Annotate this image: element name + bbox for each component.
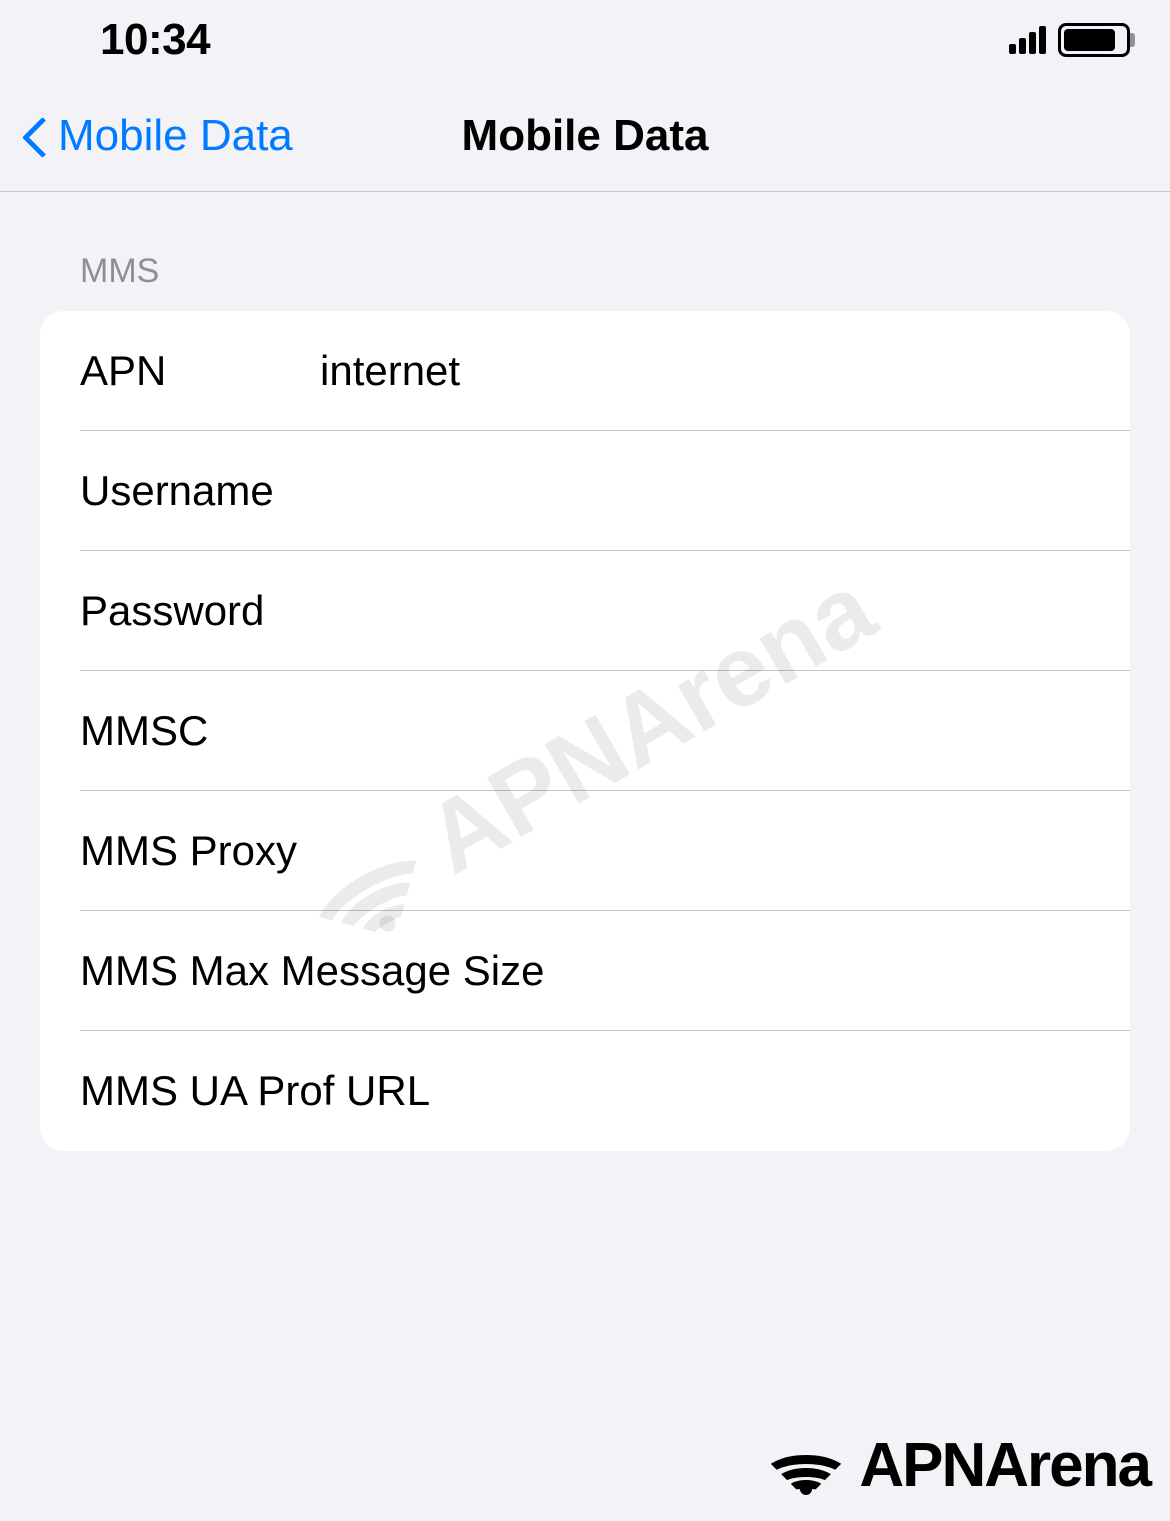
mms-max-size-row[interactable]: MMS Max Message Size [40,911,1130,1031]
mms-proxy-row[interactable]: MMS Proxy [40,791,1130,911]
apn-input[interactable] [320,347,1090,395]
section-header-mms: MMS [40,252,1130,311]
content-area: MMS APN Username Password MMSC MMS Proxy [0,192,1170,1151]
mms-proxy-input[interactable] [549,827,1090,875]
back-button[interactable]: Mobile Data [20,111,293,161]
wifi-icon [761,1431,851,1501]
back-button-label: Mobile Data [58,111,293,161]
username-row[interactable]: Username [40,431,1130,551]
page-title: Mobile Data [462,111,709,161]
mms-ua-prof-label: MMS UA Prof URL [80,1067,1090,1115]
username-label: Username [80,467,320,515]
battery-icon [1058,23,1130,57]
footer-brand-text: APNArena [859,1430,1150,1501]
navigation-bar: Mobile Data Mobile Data [0,80,1170,192]
mmsc-label: MMSC [80,707,320,755]
apn-label: APN [80,347,320,395]
mms-settings-group: APN Username Password MMSC MMS Proxy MMS… [40,311,1130,1151]
status-bar: 10:34 [0,0,1170,80]
username-input[interactable] [320,467,1090,515]
cellular-signal-icon [1009,26,1046,54]
mms-ua-prof-row[interactable]: MMS UA Prof URL [40,1031,1130,1151]
mmsc-input[interactable] [320,707,1090,755]
apn-row[interactable]: APN [40,311,1130,431]
password-input[interactable] [320,587,1090,635]
status-time: 10:34 [100,15,210,65]
mmsc-row[interactable]: MMSC [40,671,1130,791]
chevron-left-icon [20,111,50,161]
mms-proxy-label: MMS Proxy [80,827,549,875]
password-row[interactable]: Password [40,551,1130,671]
status-indicators [1009,23,1130,57]
mms-max-size-label: MMS Max Message Size [80,947,1090,995]
password-label: Password [80,587,320,635]
footer-logo: APNArena [761,1430,1150,1501]
